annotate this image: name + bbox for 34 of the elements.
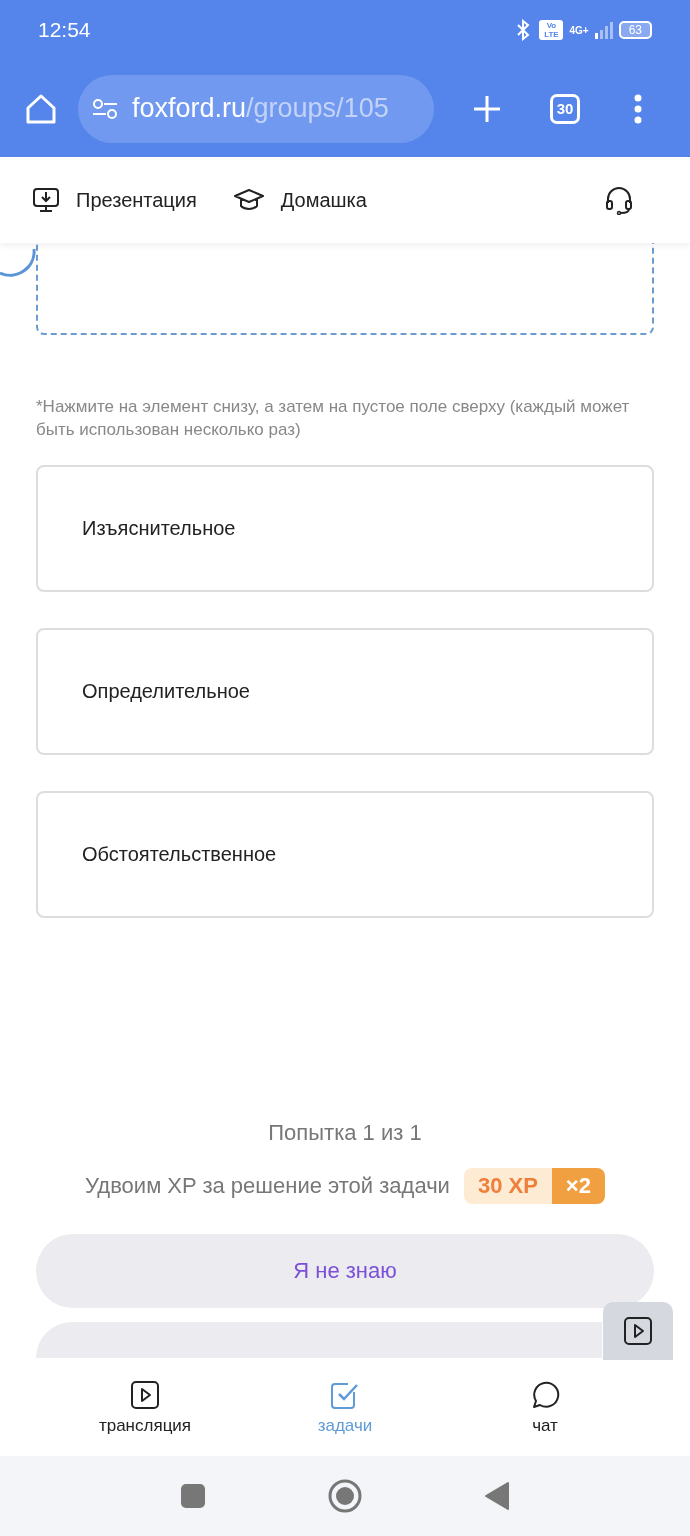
multiplier-badge: ×2: [551, 1168, 605, 1204]
answer-option[interactable]: Изъяснительное: [36, 465, 654, 592]
menu-icon[interactable]: [634, 93, 642, 124]
checkbox-icon: [330, 1380, 360, 1410]
attempt-counter: Попытка 1 из 1: [267, 1120, 423, 1146]
play-icon: [130, 1380, 160, 1410]
xp-badge: 30 XP: [463, 1168, 552, 1204]
xp-bonus-text: Удвоим XP за решение этой задачи: [85, 1173, 450, 1199]
chat-bubble-icon: [530, 1380, 560, 1410]
volte-indicator: Vo LTE: [539, 20, 564, 40]
answer-option[interactable]: Определительное: [36, 628, 654, 755]
instruction-text: *Нажмите на элемент снизу, а затем на пустое поле сверху (каждый может быть использован несколько раз): [36, 396, 631, 441]
tab-count-button[interactable]: 30: [550, 93, 580, 124]
back-icon[interactable]: [484, 1481, 510, 1511]
headset-icon[interactable]: [604, 185, 634, 215]
battery-indicator: 63: [618, 21, 652, 39]
network-type: 4G+: [569, 24, 589, 36]
url-text: foxford.ru/groups/105: [132, 93, 389, 124]
header-link[interactable]: Презентация: [32, 186, 197, 214]
header-link[interactable]: Домашка: [232, 187, 367, 213]
graduation-cap-icon: [232, 187, 265, 213]
answer-option[interactable]: Обстоятельственное: [36, 791, 654, 918]
plus-icon[interactable]: [472, 93, 502, 124]
site-settings-icon[interactable]: [92, 97, 118, 120]
recents-icon[interactable]: [180, 1483, 206, 1509]
dont-know-button[interactable]: Я не знаю: [36, 1234, 654, 1308]
video-float-button[interactable]: [603, 1302, 673, 1360]
monitor-download-icon: [32, 186, 60, 214]
home-button-icon[interactable]: [328, 1479, 362, 1513]
signal-icon: [594, 21, 613, 39]
clock: 12:54: [38, 18, 91, 42]
nav-tab[interactable]: трансляция: [75, 1380, 215, 1436]
play-icon: [623, 1316, 653, 1346]
nav-tab[interactable]: чат: [475, 1380, 615, 1436]
